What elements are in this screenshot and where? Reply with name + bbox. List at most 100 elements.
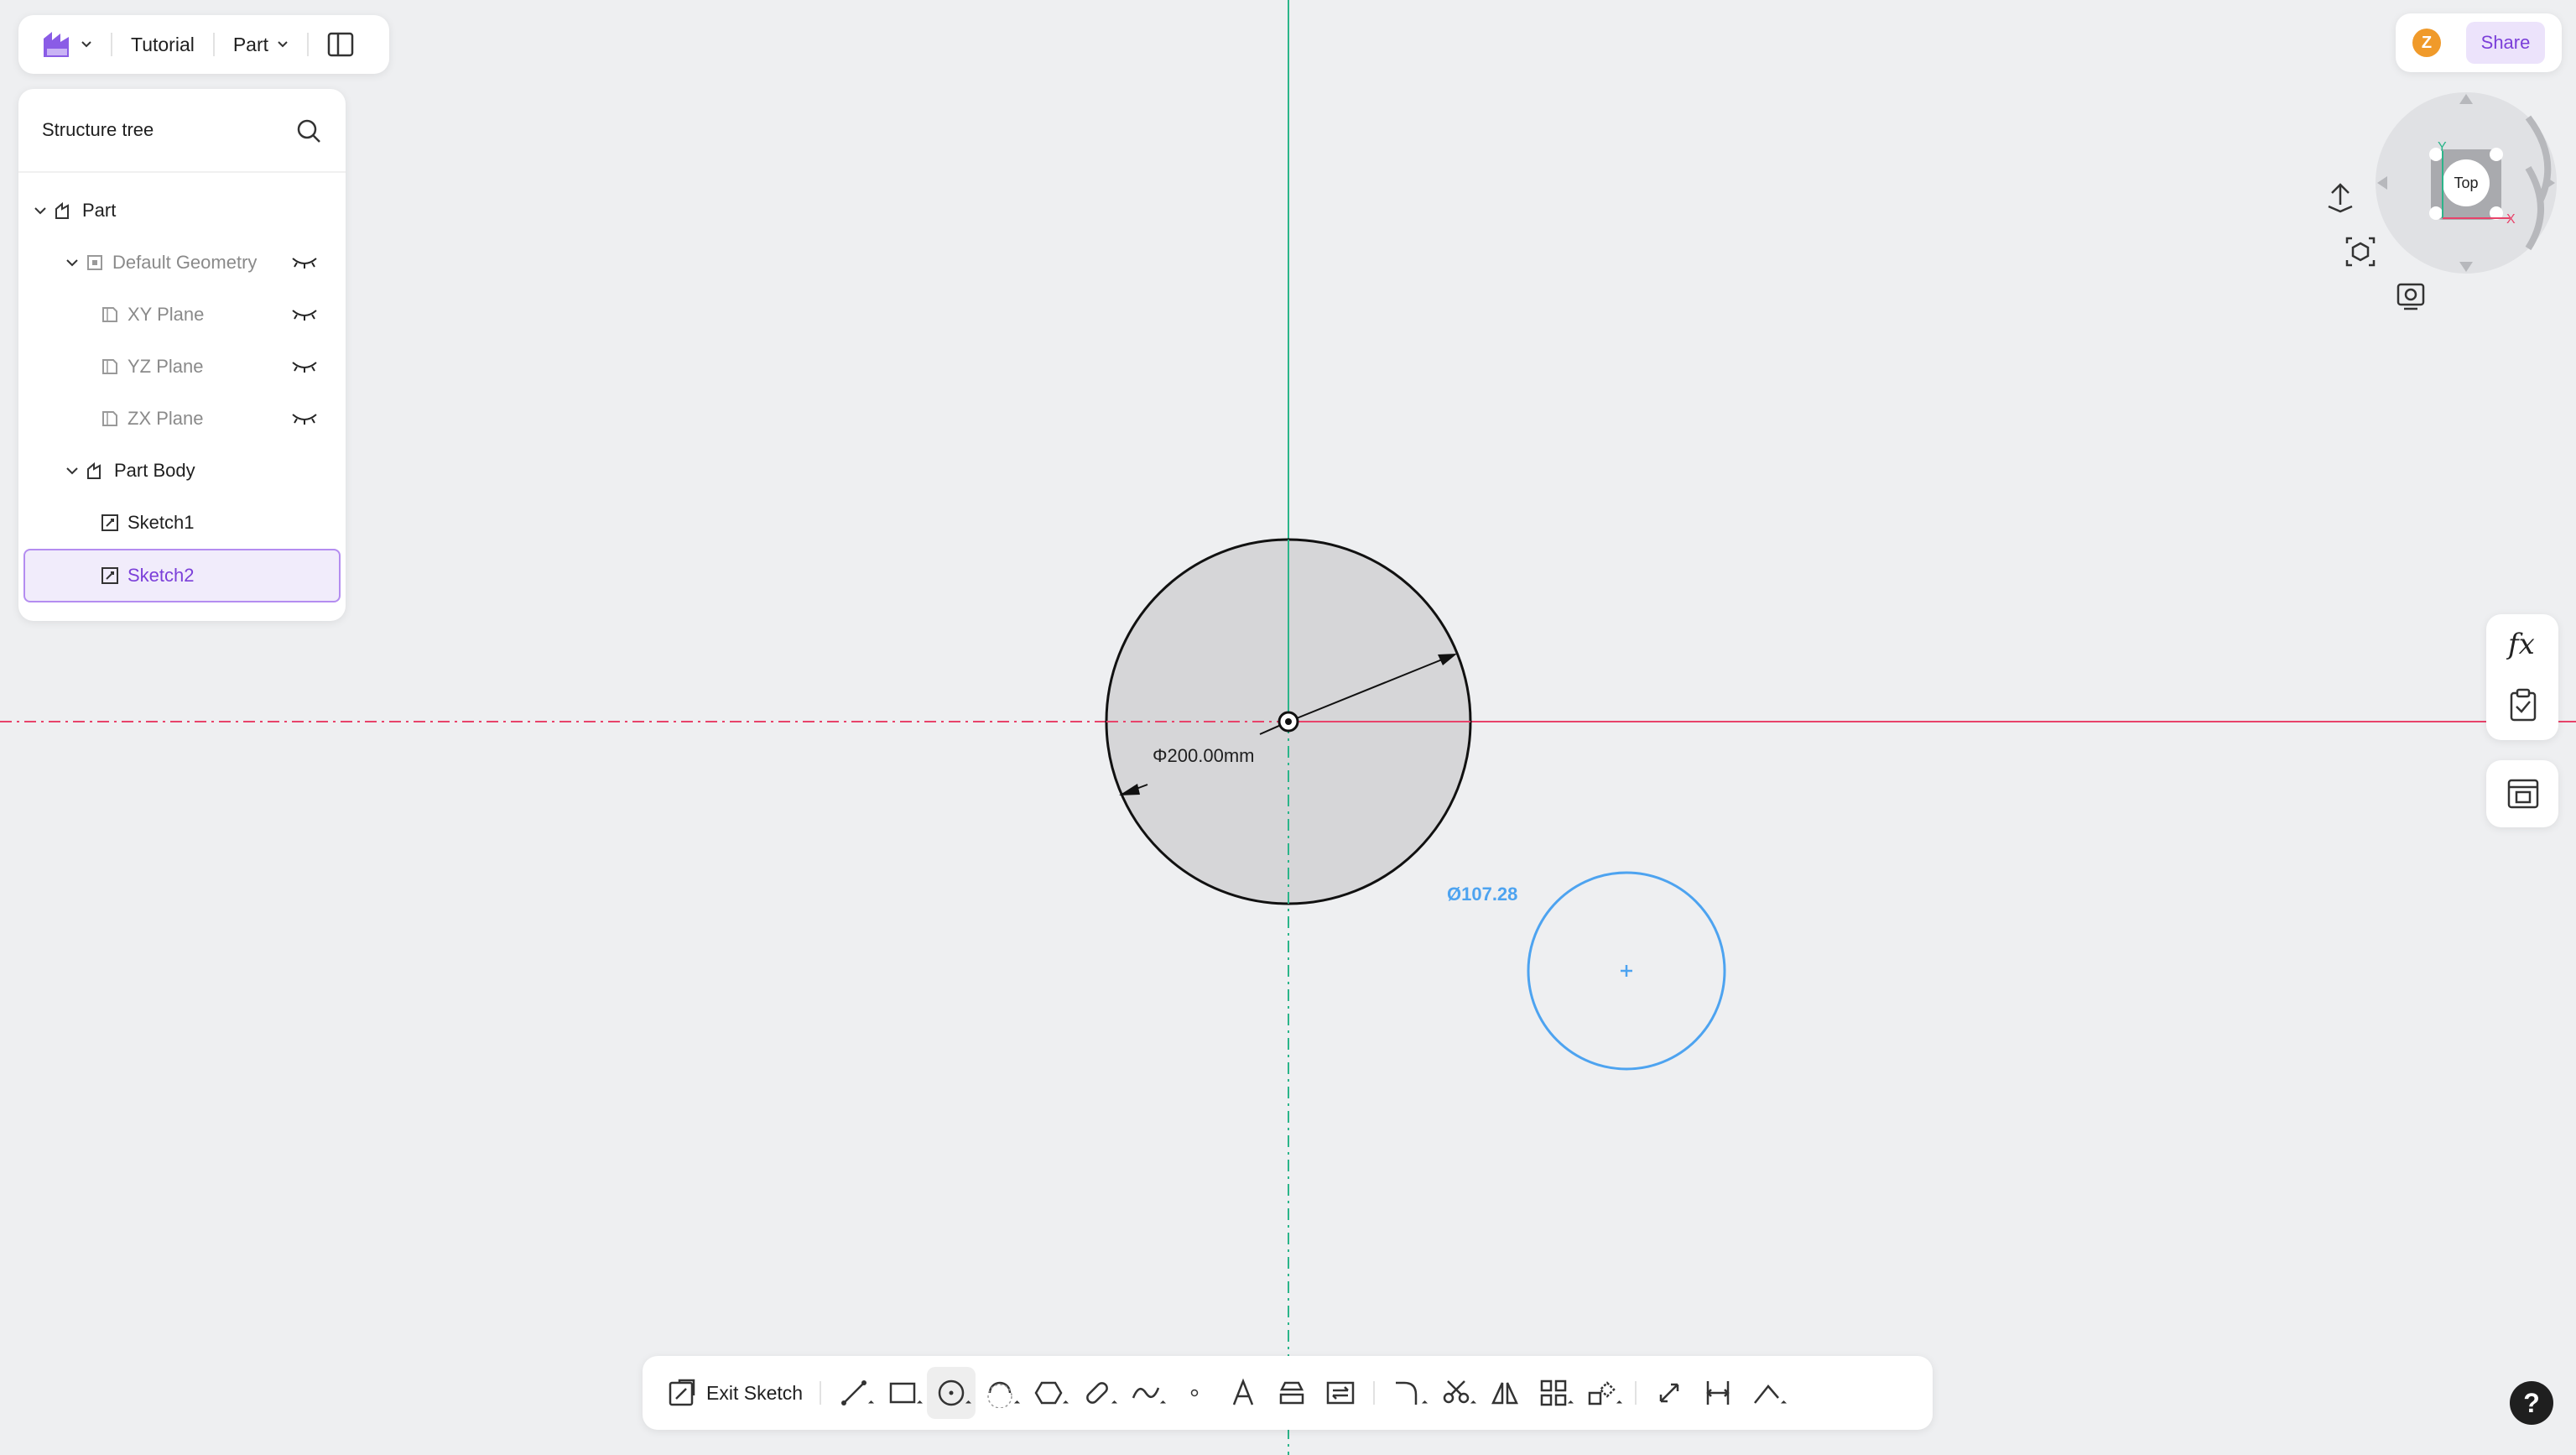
tree-item-yz-plane[interactable]: YZ Plane [25, 342, 339, 391]
chevron-down-icon [278, 41, 288, 48]
mode-selector[interactable]: Part [233, 34, 289, 56]
construction-tool-button[interactable] [1742, 1367, 1791, 1419]
dimension-tool-button[interactable] [1645, 1367, 1694, 1419]
top-left-bar: Tutorial Part [18, 15, 389, 74]
structure-tree-panel: Structure tree Part Default Geometry XY … [18, 89, 346, 621]
mirror-tool-icon [1491, 1382, 1518, 1405]
point-tool-button[interactable] [1170, 1367, 1219, 1419]
convert-tool-button[interactable] [1316, 1367, 1365, 1419]
slot-tool-icon [1086, 1382, 1108, 1404]
chevron-down-icon [81, 41, 91, 48]
sketch-icon [101, 514, 118, 531]
exit-sketch-button[interactable]: Exit Sketch [668, 1379, 803, 1407]
avatar[interactable]: Z [2412, 29, 2441, 57]
trim-tool-icon [1443, 1380, 1470, 1404]
sketch-toolbar: Exit Sketch [643, 1356, 1933, 1430]
panel-toggle-icon[interactable] [327, 32, 354, 57]
app-logo-icon [44, 32, 69, 57]
tree-item-sketch1[interactable]: Sketch1 [25, 498, 339, 547]
part-icon [55, 201, 69, 219]
right-tools-panel: fx [2486, 614, 2558, 740]
sketch-icon [101, 567, 118, 584]
search-icon[interactable] [295, 117, 322, 144]
line-tool-icon [841, 1380, 867, 1405]
eye-closed-icon[interactable] [290, 357, 319, 374]
plane-icon [102, 411, 117, 426]
polygon-tool-button[interactable] [1024, 1367, 1073, 1419]
view-3d-icon[interactable] [2344, 235, 2377, 269]
tree-item-label: Sketch2 [127, 565, 195, 586]
tree-item-label: XY Plane [127, 304, 205, 325]
structure-tree-title: Structure tree [42, 119, 154, 140]
spline-tool-button[interactable] [1121, 1367, 1170, 1419]
sketch-canvas[interactable] [0, 0, 2576, 1455]
eye-closed-icon[interactable] [290, 409, 319, 426]
line-tool-button[interactable] [830, 1367, 878, 1419]
tree-item-label: YZ Plane [127, 356, 204, 377]
transform-tool-icon [1588, 1381, 1616, 1405]
convert-tool-icon [1326, 1381, 1355, 1405]
view-cube-face-label: Top [2454, 175, 2478, 191]
fillet-tool-button[interactable] [1383, 1367, 1432, 1419]
tree-item-label: Part Body [114, 460, 195, 481]
arc-tool-button[interactable] [976, 1367, 1024, 1419]
geometry-icon [87, 255, 102, 270]
axis-x-label: X [2506, 212, 2516, 227]
preview-diameter-label: Ø107.28 [1447, 884, 1518, 905]
construction-tool-icon [1754, 1385, 1779, 1404]
dimension-tool-icon [1659, 1383, 1679, 1403]
exit-sketch-icon [669, 1379, 695, 1406]
chevron-down-icon[interactable] [65, 258, 79, 268]
spline-tool-icon [1132, 1387, 1160, 1399]
eye-closed-icon[interactable] [290, 305, 319, 322]
plane-icon [102, 359, 117, 374]
tree-item-label: Sketch1 [127, 512, 195, 533]
point-tool-icon [1190, 1389, 1199, 1397]
tree-item-label: ZX Plane [127, 408, 204, 429]
project-tool-button[interactable] [1267, 1367, 1316, 1419]
fillet-tool-icon [1396, 1381, 1418, 1405]
project-tool-icon [1279, 1381, 1304, 1405]
project-name[interactable]: Tutorial [131, 34, 195, 56]
share-button[interactable]: Share [2466, 22, 2545, 64]
checklist-icon[interactable] [2508, 688, 2538, 722]
diameter-dimension-label[interactable]: Φ200.00mm [1153, 745, 1255, 767]
help-button[interactable]: ? [2510, 1381, 2553, 1425]
text-tool-button[interactable] [1219, 1367, 1267, 1419]
slot-tool-button[interactable] [1073, 1367, 1121, 1419]
constraint-tool-icon [1706, 1381, 1730, 1405]
display-mode-icon[interactable] [2394, 280, 2428, 314]
polygon-tool-icon [1034, 1381, 1063, 1405]
trim-tool-button[interactable] [1432, 1367, 1481, 1419]
chevron-down-icon[interactable] [34, 206, 47, 216]
exit-sketch-label: Exit Sketch [706, 1381, 804, 1404]
chevron-down-icon[interactable] [65, 466, 79, 476]
constraint-tool-button[interactable] [1694, 1367, 1742, 1419]
arc-tool-icon [987, 1381, 1012, 1408]
text-tool-icon [1232, 1378, 1254, 1405]
tree-item-part-body[interactable]: Part Body [25, 446, 339, 495]
tree-item-sketch2[interactable]: Sketch2 [23, 549, 341, 602]
tree-item-default-geometry[interactable]: Default Geometry [25, 238, 339, 287]
mirror-tool-button[interactable] [1481, 1367, 1529, 1419]
plane-icon [102, 307, 117, 322]
app-menu[interactable] [40, 29, 92, 60]
eye-closed-icon[interactable] [290, 253, 319, 270]
axis-y-label: Y [2438, 140, 2447, 154]
transform-tool-button[interactable] [1578, 1367, 1626, 1419]
rectangle-tool-button[interactable] [878, 1367, 927, 1419]
fit-view-icon[interactable] [2324, 181, 2357, 215]
pattern-tool-icon [1540, 1379, 1567, 1406]
tree-item-label: Part [82, 200, 117, 221]
pattern-tool-button[interactable] [1529, 1367, 1578, 1419]
feature-panel-icon[interactable] [2506, 777, 2540, 811]
tree-item-xy-plane[interactable]: XY Plane [25, 290, 339, 339]
circle-tool-button[interactable] [927, 1367, 976, 1419]
mode-label: Part [232, 33, 269, 55]
right-tools-panel-2 [2486, 760, 2558, 827]
tree-item-zx-plane[interactable]: ZX Plane [25, 394, 339, 443]
part-body-icon [87, 462, 101, 479]
tree-item-part[interactable]: Part [25, 186, 339, 235]
share-card: Z Share [2396, 13, 2562, 72]
formula-icon[interactable]: fx [2508, 628, 2535, 661]
